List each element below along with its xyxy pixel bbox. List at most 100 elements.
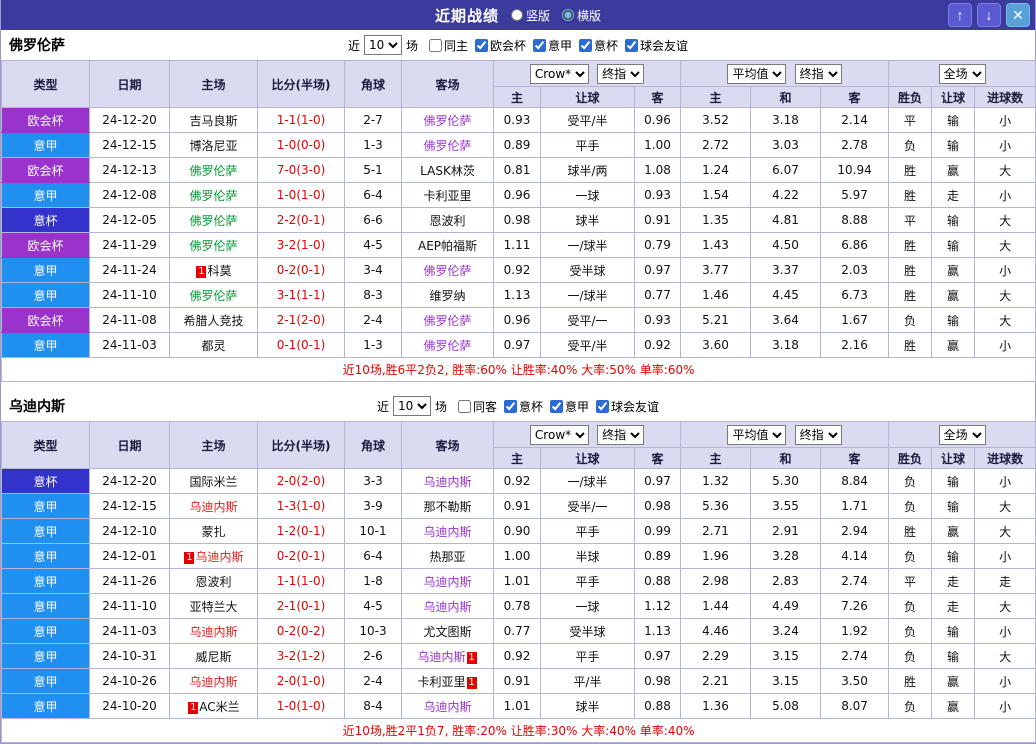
average-odds-select[interactable]: 平均值: [727, 425, 786, 445]
team-link[interactable]: 都灵: [201, 339, 225, 353]
away-cell: 乌迪内斯1: [402, 644, 494, 669]
team-link[interactable]: 乌迪内斯: [423, 575, 471, 589]
match-row: 意甲 24-11-10 佛罗伦萨 3-1(1-1) 8-3 维罗纳 1.13 一…: [2, 283, 1036, 308]
games-count-select[interactable]: 10: [393, 396, 431, 416]
filter-checkbox[interactable]: [579, 39, 592, 52]
layout-radio-horizontal-input[interactable]: [562, 9, 574, 21]
filter-同客[interactable]: 同客: [458, 398, 497, 415]
filter-同主[interactable]: 同主: [429, 37, 468, 54]
team-link[interactable]: 吉马良斯: [189, 114, 237, 128]
team-link[interactable]: 佛罗伦萨: [189, 214, 237, 228]
team-link[interactable]: AEP帕福斯: [418, 239, 477, 253]
team-link[interactable]: 乌迪内斯: [195, 550, 243, 564]
team-link[interactable]: 卡利亚里: [417, 675, 465, 689]
avg-home-cell: 1.46: [681, 283, 751, 308]
team-link[interactable]: LASK林茨: [420, 164, 475, 178]
type-cell: 意甲: [2, 544, 90, 569]
goals-result-cell: 大: [975, 233, 1036, 258]
team-link[interactable]: 佛罗伦萨: [189, 239, 237, 253]
team-link[interactable]: 亚特兰大: [189, 600, 237, 614]
team-link[interactable]: 恩波利: [195, 575, 231, 589]
team-link[interactable]: 佛罗伦萨: [423, 139, 471, 153]
team-link[interactable]: 乌迪内斯: [423, 475, 471, 489]
team-link[interactable]: 佛罗伦萨: [423, 314, 471, 328]
odds-away-cell: 0.97: [635, 469, 681, 494]
team-link[interactable]: 乌迪内斯: [417, 650, 465, 664]
team-link[interactable]: 博洛尼亚: [189, 139, 237, 153]
filter-意杯[interactable]: 意杯: [504, 398, 543, 415]
team-link[interactable]: 希腊人竞技: [183, 314, 243, 328]
handicap-result-cell: 赢: [932, 669, 975, 694]
filter-checkbox[interactable]: [475, 39, 488, 52]
team-link[interactable]: 佛罗伦萨: [189, 289, 237, 303]
handicap-cell: 平手: [541, 569, 635, 594]
handicap-result-cell: 输: [932, 619, 975, 644]
odds-home-cell: 0.78: [494, 594, 541, 619]
scroll-down-button[interactable]: ↓: [977, 3, 1001, 27]
goals-result-cell: 走: [975, 569, 1036, 594]
layout-radio-horizontal[interactable]: 横版: [562, 7, 601, 24]
games-count-select[interactable]: 10: [364, 35, 402, 55]
home-cell: 国际米兰: [170, 469, 258, 494]
team-link[interactable]: 乌迪内斯: [423, 700, 471, 714]
filter-欧会杯[interactable]: 欧会杯: [475, 37, 526, 54]
handicap-result-cell: 赢: [932, 694, 975, 719]
team-link[interactable]: 蒙扎: [201, 525, 225, 539]
filter-checkbox[interactable]: [596, 400, 609, 413]
type-cell: 意甲: [2, 669, 90, 694]
team-link[interactable]: 乌迪内斯: [423, 525, 471, 539]
type-cell: 意甲: [2, 258, 90, 283]
team-link[interactable]: 卡利亚里: [423, 189, 471, 203]
odds-source-select[interactable]: Crow*: [530, 425, 589, 445]
team-link[interactable]: 乌迪内斯: [189, 500, 237, 514]
team-link[interactable]: 乌迪内斯: [423, 600, 471, 614]
goals-result-cell: 大: [975, 494, 1036, 519]
team-link[interactable]: 热那亚: [429, 550, 465, 564]
layout-radio-vertical-input[interactable]: [511, 9, 523, 21]
final-odds-select-1[interactable]: 终指: [597, 64, 644, 84]
filter-意杯[interactable]: 意杯: [579, 37, 618, 54]
final-odds-select-2[interactable]: 终指: [795, 425, 842, 445]
final-odds-select-2[interactable]: 终指: [795, 64, 842, 84]
team-link[interactable]: 恩波利: [429, 214, 465, 228]
filter-意甲[interactable]: 意甲: [550, 398, 589, 415]
filter-球会友谊[interactable]: 球会友谊: [625, 37, 688, 54]
corners-cell: 1-8: [345, 569, 402, 594]
team-link[interactable]: 佛罗伦萨: [423, 339, 471, 353]
final-odds-select-1[interactable]: 终指: [597, 425, 644, 445]
average-odds-select[interactable]: 平均值: [727, 64, 786, 84]
team-link[interactable]: 维罗纳: [429, 289, 465, 303]
close-button[interactable]: ✕: [1006, 3, 1030, 27]
col-avg-away: 客: [821, 87, 889, 108]
team-link[interactable]: 乌迪内斯: [189, 625, 237, 639]
avg-away-cell: 2.78: [821, 133, 889, 158]
games-label: 场: [435, 398, 447, 415]
match-scope-select[interactable]: 全场: [939, 64, 986, 84]
team-link[interactable]: 国际米兰: [189, 475, 237, 489]
team-link[interactable]: 那不勒斯: [423, 500, 471, 514]
filter-球会友谊[interactable]: 球会友谊: [596, 398, 659, 415]
filter-checkbox[interactable]: [550, 400, 563, 413]
avg-home-cell: 4.46: [681, 619, 751, 644]
scroll-up-button[interactable]: ↑: [948, 3, 972, 27]
odds-source-select[interactable]: Crow*: [530, 64, 589, 84]
team-link[interactable]: 佛罗伦萨: [189, 189, 237, 203]
avg-home-cell: 5.21: [681, 308, 751, 333]
team-link[interactable]: 乌迪内斯: [189, 675, 237, 689]
filter-checkbox[interactable]: [429, 39, 442, 52]
filter-checkbox[interactable]: [625, 39, 638, 52]
team-link[interactable]: 科莫: [207, 264, 231, 278]
layout-radio-vertical[interactable]: 竖版: [511, 7, 550, 24]
team-link[interactable]: 威尼斯: [195, 650, 231, 664]
team-link[interactable]: 佛罗伦萨: [189, 164, 237, 178]
filter-checkbox[interactable]: [533, 39, 546, 52]
team-link[interactable]: AC米兰: [199, 700, 239, 714]
team-link[interactable]: 佛罗伦萨: [423, 264, 471, 278]
filter-checkbox[interactable]: [458, 400, 471, 413]
team-link[interactable]: 佛罗伦萨: [423, 114, 471, 128]
filter-意甲[interactable]: 意甲: [533, 37, 572, 54]
match-scope-select[interactable]: 全场: [939, 425, 986, 445]
filter-checkbox[interactable]: [504, 400, 517, 413]
odds-away-cell: 0.77: [635, 283, 681, 308]
team-link[interactable]: 尤文图斯: [423, 625, 471, 639]
